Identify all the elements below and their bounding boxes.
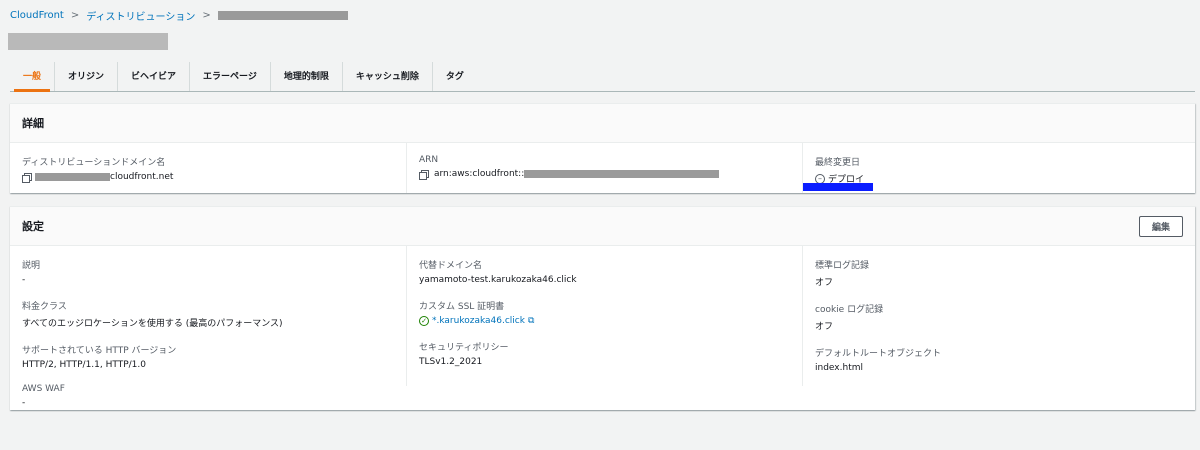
settings-panel: 設定 編集 説明 - 料金クラス すべてのエッジロケーションを使用する (最高の… <box>10 206 1195 410</box>
price-class-label: 料金クラス <box>22 302 67 312</box>
chevron-right-icon: > <box>70 10 80 21</box>
tab-invalidations[interactable]: キャッシュ削除 <box>343 62 433 91</box>
edit-button[interactable]: 編集 <box>1139 216 1183 237</box>
cookie-log-field: cookie ログ記録 オフ <box>815 302 1195 332</box>
domain-value-row: cloudfront.net <box>22 172 406 183</box>
description-value: - <box>22 275 26 285</box>
domain-value: cloudfront.net <box>110 172 174 182</box>
http-version-field: サポートされている HTTP バージョン HTTP/2, HTTP/1.1, H… <box>22 343 406 370</box>
description-field: 説明 - <box>22 258 406 285</box>
http-version-label: サポートされている HTTP バージョン <box>22 346 177 356</box>
ssl-cert-link[interactable]: *.karukozaka46.click <box>432 316 525 326</box>
arn-label: ARN <box>419 155 439 165</box>
std-log-label: 標準ログ記録 <box>815 261 870 271</box>
details-header: 詳細 <box>10 104 1195 143</box>
default-root-value: index.html <box>815 363 863 373</box>
std-log-field: 標準ログ記録 オフ <box>815 258 1195 288</box>
arn-redacted <box>524 170 720 178</box>
ssl-value-row: ✓ *.karukozaka46.click ⧉ <box>419 316 802 326</box>
domain-label: ディストリビューションドメイン名 <box>22 158 166 168</box>
tab-behaviors[interactable]: ビヘイビア <box>118 62 191 91</box>
chevron-right-icon: > <box>202 10 211 21</box>
waf-value: - <box>22 398 26 408</box>
copy-icon[interactable] <box>22 172 32 183</box>
waf-field: AWS WAF - <box>22 384 406 408</box>
waf-label: AWS WAF <box>22 384 65 394</box>
external-link-icon[interactable]: ⧉ <box>528 316 534 326</box>
domain-redacted <box>35 173 110 181</box>
default-root-label: デフォルトルートオブジェクト <box>815 349 942 359</box>
settings-title: 設定 <box>22 220 44 233</box>
security-policy-label: セキュリティポリシー <box>419 343 509 353</box>
settings-col-1: 説明 - 料金クラス すべてのエッジロケーションを使用する (最高のパフォーマン… <box>10 246 406 408</box>
cookie-log-value: オフ <box>815 322 834 332</box>
tab-general[interactable]: 一般 <box>10 62 56 92</box>
in-progress-icon: – <box>815 173 825 184</box>
security-policy-field: セキュリティポリシー TLSv1.2_2021 <box>419 340 802 367</box>
price-class-field: 料金クラス すべてのエッジロケーションを使用する (最高のパフォーマンス) <box>22 299 406 329</box>
highlight-bar <box>803 183 873 191</box>
tab-geo-restriction[interactable]: 地理的制限 <box>271 62 343 91</box>
std-log-value: オフ <box>815 278 834 288</box>
tab-origins[interactable]: オリジン <box>55 62 119 91</box>
breadcrumb: CloudFront > ディストリビューション > <box>10 8 348 23</box>
details-panel: 詳細 ディストリビューションドメイン名 cloudfront.net ARN a… <box>10 103 1195 193</box>
breadcrumb-cloudfront[interactable]: CloudFront <box>10 10 64 21</box>
details-col-domain: ディストリビューションドメイン名 cloudfront.net <box>10 143 406 193</box>
settings-header: 設定 編集 <box>10 207 1195 246</box>
breadcrumb-redacted-id <box>217 11 348 20</box>
alt-domain-field: 代替ドメイン名 yamamoto-test.karukozaka46.click <box>419 258 802 285</box>
cookie-log-label: cookie ログ記録 <box>815 305 884 315</box>
arn-value: arn:aws:cloudfront:: <box>434 169 525 179</box>
ssl-field: カスタム SSL 証明書 ✓ *.karukozaka46.click ⧉ <box>419 299 802 326</box>
settings-col-3: 標準ログ記録 オフ cookie ログ記録 オフ デフォルトルートオブジェクト … <box>802 246 1195 386</box>
copy-icon[interactable] <box>419 169 429 180</box>
breadcrumb-distributions[interactable]: ディストリビューション <box>86 8 195 23</box>
settings-col-2: 代替ドメイン名 yamamoto-test.karukozaka46.click… <box>406 246 802 386</box>
security-policy-value: TLSv1.2_2021 <box>419 357 483 367</box>
ssl-label: カスタム SSL 証明書 <box>419 302 505 312</box>
alt-domain-label: 代替ドメイン名 <box>419 261 483 271</box>
check-circle-icon: ✓ <box>419 316 429 326</box>
alt-domain-value: yamamoto-test.karukozaka46.click <box>419 275 577 285</box>
details-col-arn: ARN arn:aws:cloudfront:: <box>406 143 802 193</box>
arn-value-row: arn:aws:cloudfront:: <box>419 169 802 180</box>
modified-label: 最終変更日 <box>815 158 861 168</box>
tab-bar: 一般 オリジン ビヘイビア エラーページ 地理的制限 キャッシュ削除 タグ <box>10 62 1195 92</box>
price-class-value: すべてのエッジロケーションを使用する (最高のパフォーマンス) <box>22 319 283 329</box>
description-label: 説明 <box>22 261 41 271</box>
tab-error-pages[interactable]: エラーページ <box>190 62 271 91</box>
page-title-redacted <box>8 33 168 50</box>
http-version-value: HTTP/2, HTTP/1.1, HTTP/1.0 <box>22 360 146 370</box>
default-root-field: デフォルトルートオブジェクト index.html <box>815 346 1195 373</box>
tab-tags[interactable]: タグ <box>433 62 477 91</box>
